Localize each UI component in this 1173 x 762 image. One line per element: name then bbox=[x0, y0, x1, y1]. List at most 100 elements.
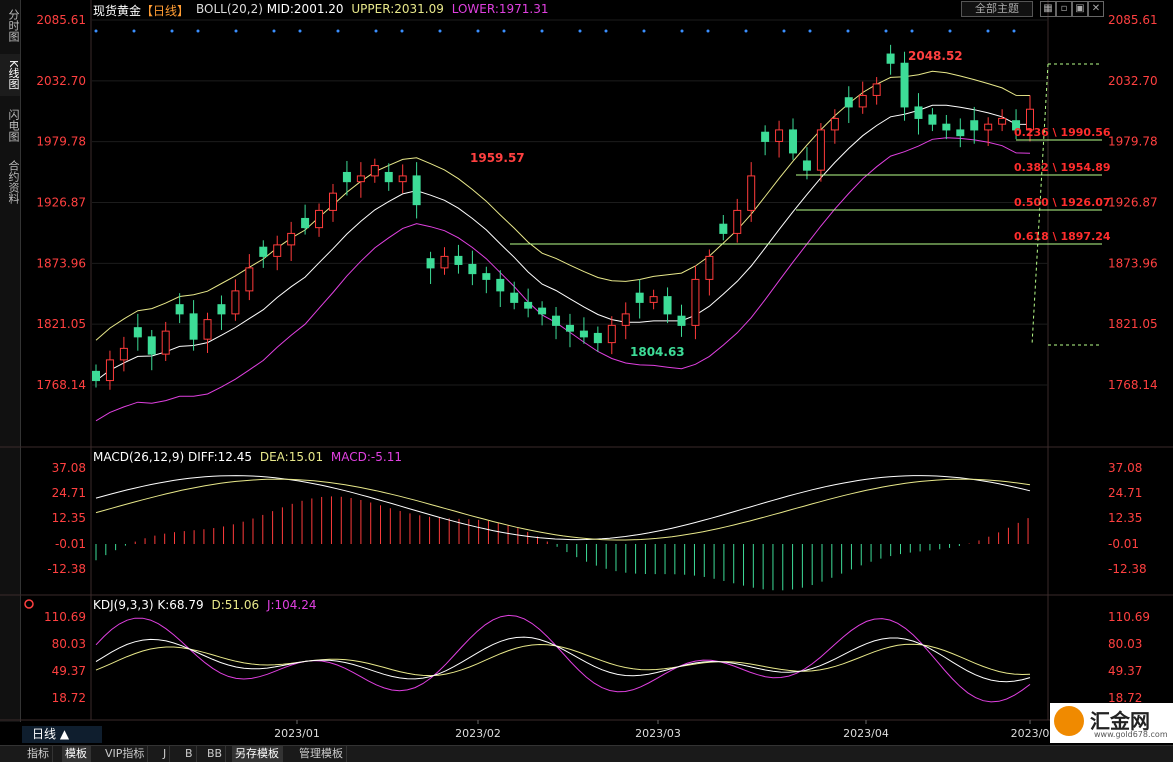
gold678-logo: 汇金网 www.gold678.com bbox=[1050, 703, 1173, 743]
price-tick-right: 1926.87 bbox=[1108, 196, 1158, 210]
kdj-tick-left: 49.37 bbox=[52, 664, 86, 678]
candle-body bbox=[635, 292, 644, 303]
signal-dot bbox=[476, 29, 480, 33]
layout-icon[interactable]: ▦ bbox=[1040, 1, 1056, 17]
minimize-icon[interactable]: ▫ bbox=[1056, 1, 1072, 17]
signal-dot bbox=[910, 29, 914, 33]
signal-dot bbox=[706, 29, 710, 33]
tab-indicator[interactable]: 指标 bbox=[24, 746, 53, 762]
tab-manage-template[interactable]: 管理模板 bbox=[296, 746, 347, 762]
candle-body bbox=[789, 129, 798, 154]
signal-dot bbox=[578, 29, 582, 33]
theme-dropdown[interactable]: 全部主题 bbox=[961, 1, 1033, 17]
candle-body bbox=[677, 315, 686, 326]
candle-body bbox=[802, 160, 811, 171]
price-tick-left: 1873.96 bbox=[36, 256, 86, 270]
tab-template[interactable]: 模板 bbox=[62, 746, 91, 762]
candle-body bbox=[273, 244, 282, 257]
signal-dot bbox=[374, 29, 378, 33]
candle-body bbox=[119, 347, 128, 361]
tab-b[interactable]: B bbox=[182, 746, 197, 762]
macd-tick-right: -0.01 bbox=[1108, 537, 1139, 551]
price-annotation: 1804.63 bbox=[630, 345, 685, 359]
candle-body bbox=[719, 223, 728, 234]
candle-body bbox=[858, 94, 867, 108]
candle-body bbox=[691, 278, 700, 326]
price-annotation: 2048.52 bbox=[908, 49, 963, 63]
fib-label: 0.618 \ 1897.24 bbox=[1014, 230, 1111, 243]
candle-body bbox=[398, 175, 407, 183]
macd-tick-left: 24.71 bbox=[52, 486, 86, 500]
signal-dot bbox=[540, 29, 544, 33]
date-label: 2023/04 bbox=[843, 727, 889, 740]
tab-vip-indicator[interactable]: VIP指标 bbox=[102, 746, 149, 762]
candle-body bbox=[259, 246, 268, 257]
candle-body bbox=[538, 307, 547, 315]
date-label: 2023/01 bbox=[274, 727, 320, 740]
date-label: 2023/03 bbox=[635, 727, 681, 740]
settings-icon bbox=[24, 599, 34, 609]
close-icon[interactable]: ✕ bbox=[1088, 1, 1104, 17]
price-tick-right: 1821.05 bbox=[1108, 317, 1158, 331]
candle-body bbox=[607, 324, 616, 344]
candle-body bbox=[203, 319, 212, 340]
candle-body bbox=[328, 192, 337, 211]
candle-body bbox=[970, 120, 979, 131]
kdj-k-line bbox=[95, 636, 1031, 683]
signal-dot bbox=[808, 29, 812, 33]
signal-dot bbox=[986, 29, 990, 33]
signal-dot bbox=[94, 29, 98, 33]
macd-tick-right: 24.71 bbox=[1108, 486, 1142, 500]
signal-dot bbox=[782, 29, 786, 33]
candle-body bbox=[454, 255, 463, 265]
restore-icon[interactable]: ▣ bbox=[1072, 1, 1088, 17]
candle-body bbox=[287, 232, 296, 246]
candle-body bbox=[384, 171, 393, 183]
candle-body bbox=[175, 304, 184, 315]
tab-j[interactable]: J bbox=[160, 746, 171, 762]
signal-dot bbox=[298, 29, 302, 33]
tab-bb[interactable]: BB bbox=[204, 746, 227, 762]
signal-dot bbox=[272, 29, 276, 33]
candle-body bbox=[147, 336, 156, 355]
boll-mid-line bbox=[95, 104, 1031, 382]
candle-body bbox=[844, 97, 853, 108]
candle-body bbox=[872, 83, 881, 96]
macd-legend: MACD(26,12,9) DIFF:12.45 DEA:15.01 MACD:… bbox=[93, 450, 402, 464]
candle-body bbox=[816, 129, 825, 171]
candle-body bbox=[245, 267, 254, 292]
candle-body bbox=[747, 175, 756, 211]
candle-body bbox=[426, 258, 435, 269]
candle-body bbox=[356, 175, 365, 183]
macd-tick-right: 12.35 bbox=[1108, 511, 1142, 525]
candle-body bbox=[914, 106, 923, 119]
price-tick-left: 1979.78 bbox=[36, 135, 86, 149]
price-tick-right: 1873.96 bbox=[1108, 256, 1158, 270]
signal-dot bbox=[604, 29, 608, 33]
period-button[interactable]: 日线 ▲ bbox=[22, 726, 102, 743]
candle-body bbox=[161, 330, 170, 355]
instrument-title: 现货黄金【日线】 bbox=[93, 4, 190, 18]
price-tick-right: 2085.61 bbox=[1108, 13, 1158, 27]
bottom-tab-bar: 指标 模板 VIP指标 J B BB 另存模板 管理模板 bbox=[0, 745, 1173, 762]
macd-dea-line bbox=[95, 478, 1031, 541]
signal-dot bbox=[846, 29, 850, 33]
candle-body bbox=[189, 313, 198, 340]
price-tick-right: 1768.14 bbox=[1108, 378, 1158, 392]
signal-dot bbox=[336, 29, 340, 33]
kdj-tick-left: 18.72 bbox=[52, 691, 86, 705]
price-tick-right: 2032.70 bbox=[1108, 74, 1158, 88]
candle-body bbox=[565, 324, 574, 332]
candle-body bbox=[496, 278, 505, 292]
candle-body bbox=[593, 332, 602, 344]
kdj-tick-right: 80.03 bbox=[1108, 637, 1142, 651]
candle-body bbox=[412, 175, 421, 206]
candle-body bbox=[510, 292, 519, 303]
logo-icon bbox=[1054, 706, 1084, 736]
candle-body bbox=[775, 129, 784, 142]
signal-dot bbox=[132, 29, 136, 33]
signal-dot bbox=[234, 29, 238, 33]
chart-canvas[interactable]: 2048.52 1959.57 1804.63 0.236 \ 1990.56 0.38… bbox=[0, 0, 1173, 745]
tab-save-template[interactable]: 另存模板 bbox=[232, 746, 283, 762]
signal-dot bbox=[680, 29, 684, 33]
